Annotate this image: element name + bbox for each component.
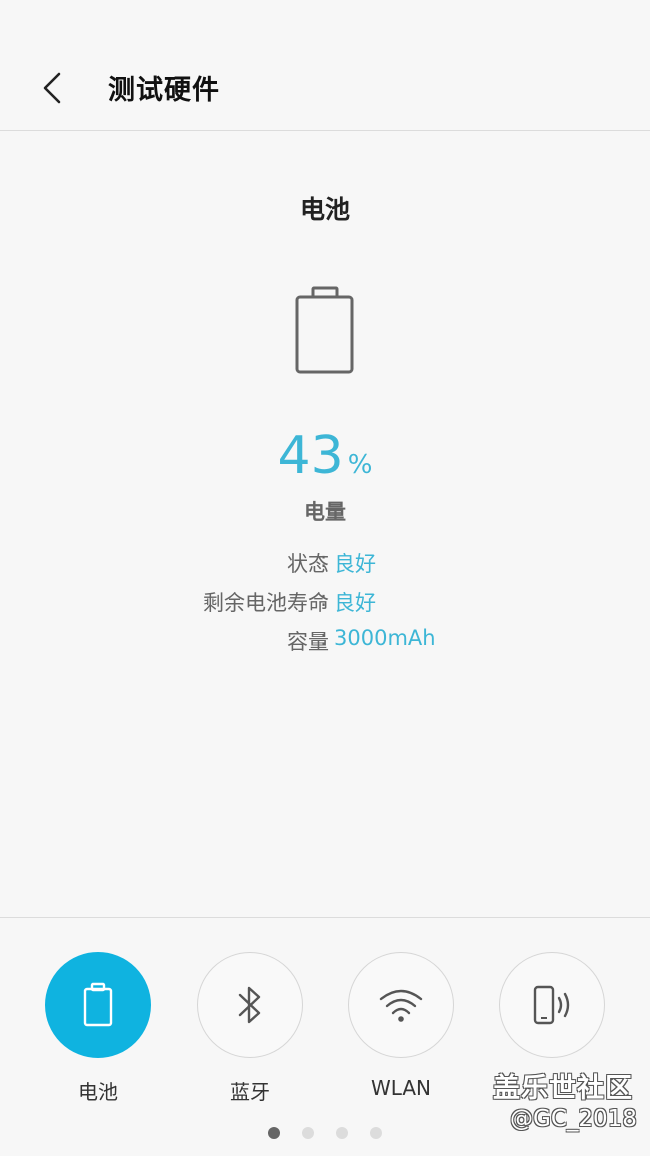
info-row-remaining-life: 剩余电池寿命 : 良好 (0, 587, 650, 617)
battery-level-value: 43 (277, 426, 344, 486)
bluetooth-icon (238, 986, 261, 1024)
tab-label: 电池 (78, 1080, 118, 1104)
tab-bluetooth-circle[interactable] (197, 952, 303, 1058)
tab-bluetooth[interactable]: 蓝牙 (197, 952, 303, 1105)
tab-label: WLAN (370, 1076, 432, 1100)
app-header: 测试硬件 (0, 0, 650, 131)
info-separator: : (320, 548, 328, 572)
page-dot-2[interactable] (302, 1127, 314, 1139)
section-title: 电池 (299, 195, 350, 224)
tab-wlan-circle[interactable] (348, 952, 454, 1058)
tab-wlan[interactable]: WLAN (348, 952, 454, 1100)
battery-icon (83, 982, 113, 1027)
tab-vibration[interactable] (499, 952, 605, 1076)
tab-label: 蓝牙 (230, 1080, 270, 1104)
chevron-left-icon (43, 72, 61, 104)
watermark-community: 盖乐世社区 (493, 1073, 633, 1104)
battery-level-label: 电量 (304, 500, 346, 524)
page-dot-4[interactable] (370, 1127, 382, 1139)
tab-battery[interactable]: 电池 (45, 952, 151, 1105)
info-row-capacity: 容量 : 3000mAh (0, 626, 650, 656)
info-value: 良好 (334, 552, 376, 576)
info-separator: : (320, 626, 328, 650)
battery-level: 43% (0, 426, 650, 486)
info-row-status: 状态 : 良好 (0, 548, 650, 578)
tab-vibration-circle[interactable] (499, 952, 605, 1058)
battery-level-unit: % (347, 450, 373, 480)
info-value: 3000mAh (334, 626, 436, 650)
screen: 测试硬件 电池 43% 电量 状态 : 良好 剩余电池寿命 : 良好 容量 : … (0, 0, 650, 1156)
phone-vibrate-icon (533, 985, 570, 1025)
page-dot-3[interactable] (336, 1127, 348, 1139)
wifi-icon (379, 989, 423, 1022)
battery-outline-icon (295, 286, 354, 374)
info-key: 剩余电池寿命 (203, 591, 329, 615)
page-title: 测试硬件 (108, 75, 220, 106)
info-separator: : (320, 587, 328, 611)
page-dot-1[interactable] (268, 1127, 280, 1139)
back-button[interactable] (26, 58, 76, 118)
watermark-handle: @GC_2018 (510, 1106, 637, 1132)
info-value: 良好 (334, 591, 376, 615)
tab-battery-circle[interactable] (45, 952, 151, 1058)
